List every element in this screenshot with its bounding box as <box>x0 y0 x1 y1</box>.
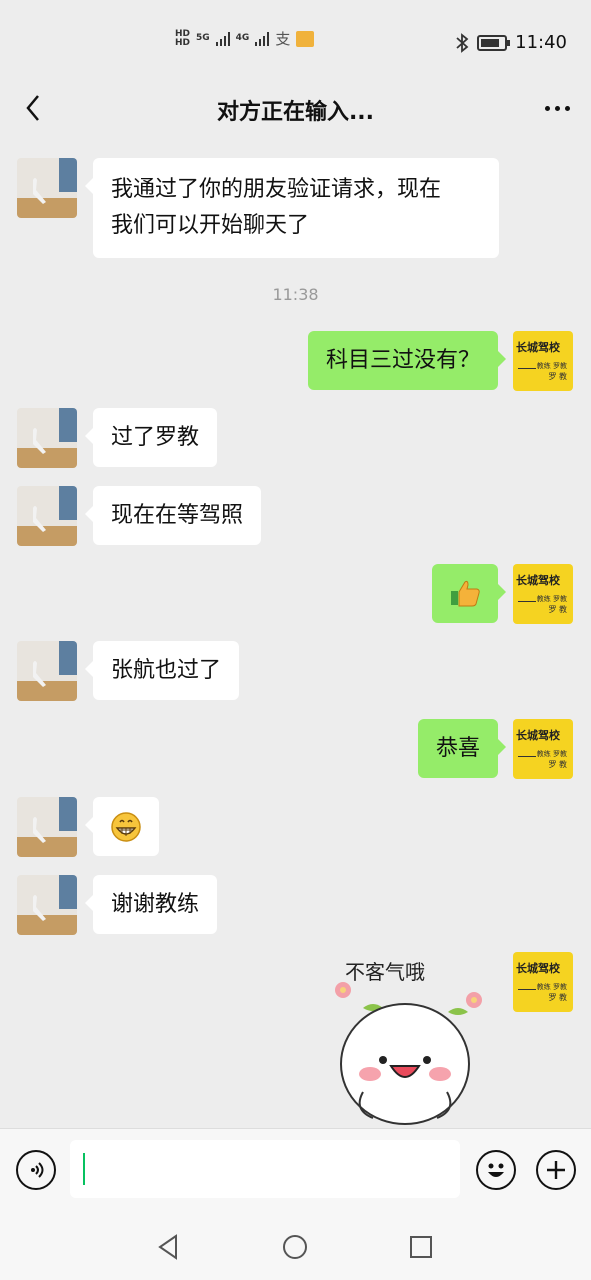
bluetooth-icon <box>456 32 469 53</box>
self-avatar[interactable]: 长城驾校 教练 罗教罗 教 <box>513 719 573 779</box>
status-indicators: HD HD 5G 4G 支 <box>175 28 315 49</box>
message-timestamp: 11:38 <box>272 285 319 304</box>
message-bubble-incoming[interactable]: 现在在等驾照 <box>84 486 262 545</box>
message-bubble-incoming[interactable]: 张航也过了 <box>84 641 240 700</box>
system-navigation-bar <box>0 1214 591 1280</box>
hd-badge-2: HD <box>175 37 191 48</box>
contact-avatar[interactable] <box>17 158 77 218</box>
message-list: 我通过了你的朋友验证请求，现在 我们可以开始聊天了 11:38 长城驾校 教练 罗… <box>0 140 591 1128</box>
message-bubble-outgoing[interactable]: 恭喜 <box>417 719 507 778</box>
alipay-icon: 支 <box>275 30 291 48</box>
message-input[interactable] <box>70 1140 460 1198</box>
message-input-bar <box>0 1128 591 1215</box>
voice-input-icon[interactable] <box>16 1150 56 1190</box>
thumbs-up-icon <box>451 580 480 607</box>
text-cursor <box>83 1153 85 1185</box>
chat-header: 对方正在输入... <box>0 80 591 136</box>
battery-icon <box>477 34 511 51</box>
add-plus-icon[interactable] <box>536 1150 576 1190</box>
contact-avatar[interactable] <box>17 641 77 701</box>
contact-avatar[interactable] <box>17 486 77 546</box>
emoji-icon[interactable] <box>476 1150 516 1190</box>
self-avatar[interactable]: 长城驾校 教练 罗教罗 教 <box>513 331 573 391</box>
network-5g-label: 5G <box>196 33 210 43</box>
grin-emoji-icon <box>111 812 141 842</box>
message-bubble-incoming[interactable]: 过了罗教 <box>84 408 218 467</box>
message-bubble-outgoing[interactable]: 科目三过没有？ <box>307 331 507 390</box>
self-avatar[interactable]: 长城驾校 教练 罗教罗 教 <box>513 564 573 624</box>
nav-home-icon[interactable] <box>280 1232 310 1262</box>
signal-5g-icon <box>215 31 230 46</box>
status-right: 11:40 <box>455 32 567 53</box>
chat-title: 对方正在输入... <box>216 100 375 125</box>
message-bubble-incoming[interactable]: 谢谢教练 <box>84 875 218 934</box>
contact-avatar[interactable] <box>17 875 77 935</box>
more-options-icon[interactable] <box>539 90 575 126</box>
nav-back-icon[interactable] <box>154 1232 184 1262</box>
status-bar: HD HD 5G 4G 支 11:40 <box>0 0 591 80</box>
contact-avatar[interactable] <box>17 797 77 857</box>
message-bubble-incoming[interactable]: 我通过了你的朋友验证请求，现在 我们可以开始聊天了 <box>85 158 499 258</box>
network-4g-label: 4G <box>235 33 250 43</box>
self-avatar[interactable]: 长城驾校 教练 罗教罗 教 <box>513 952 573 1012</box>
hd-badges: HD HD <box>175 29 191 48</box>
message-bubble-outgoing[interactable] <box>432 564 506 623</box>
app-notification-icon <box>296 30 315 47</box>
message-bubble-incoming[interactable] <box>85 797 159 856</box>
nav-recents-icon[interactable] <box>406 1232 436 1262</box>
contact-avatar[interactable] <box>17 408 77 468</box>
status-time: 11:40 <box>515 32 567 53</box>
sticker-image <box>335 982 482 1125</box>
sticker-message[interactable]: 不客气哦 <box>333 952 493 1128</box>
signal-4g-icon <box>255 31 270 46</box>
